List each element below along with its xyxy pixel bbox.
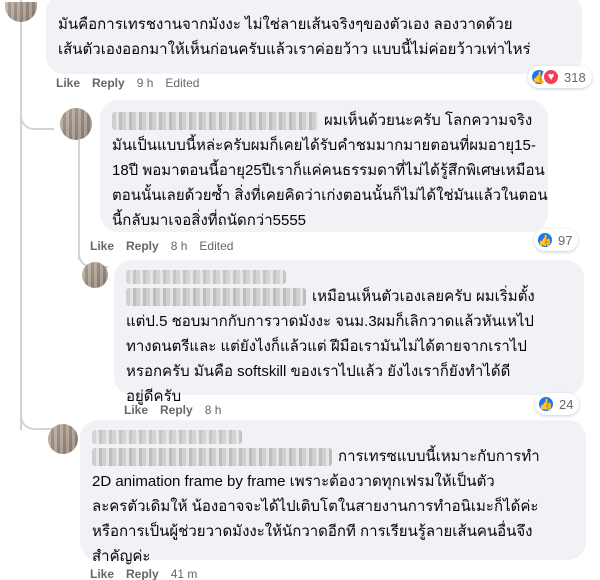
avatar[interactable] (82, 262, 108, 288)
love-icon: ♥ (542, 68, 560, 86)
comment-actions: Like Reply 41 m (90, 567, 197, 580)
like-button[interactable]: Like (56, 76, 80, 90)
reaction-summary[interactable]: 👍 24 (535, 393, 580, 415)
like-button[interactable]: Like (124, 403, 148, 417)
avatar[interactable] (48, 424, 78, 454)
comment-actions: Like Reply 8 h Edited (90, 239, 233, 253)
thread-line (20, 130, 22, 430)
comment-bubble: เหมือนเห็นตัวเองเลยครับ ผมเริ่มตั้ง แต่ป… (114, 260, 584, 405)
comment-actions: Like Reply 9 h Edited (56, 76, 199, 90)
timestamp[interactable]: 8 h (171, 239, 188, 253)
timestamp[interactable]: 8 h (205, 403, 222, 417)
timestamp[interactable]: 41 m (171, 567, 198, 580)
comment-bubble: ผมเห็นด้วยนะครับ โลกความจริง มันเป็นแบบน… (100, 100, 548, 232)
comment-bubble: มันคือการเทรชงานจากมังงะ ไม่ใช่ลายเส้นจร… (46, 0, 582, 74)
author-name-blur (126, 288, 306, 307)
reaction-count: 97 (558, 232, 573, 248)
comment-text: การเทรซแบบนี้เหมาะกับการทำ 2D animation … (92, 430, 574, 569)
like-icon: 👍 (536, 231, 554, 249)
like-button[interactable]: Like (90, 239, 114, 253)
like-icon: 👍 (537, 395, 555, 413)
author-name[interactable] (112, 112, 318, 131)
reply-button[interactable]: Reply (160, 403, 193, 417)
author-name-blur (92, 448, 332, 467)
avatar[interactable] (60, 108, 92, 140)
edited-label[interactable]: Edited (199, 239, 233, 253)
author-name[interactable] (92, 430, 242, 444)
comment-text: ผมเห็นด้วยนะครับ โลกความจริง มันเป็นแบบน… (112, 112, 548, 229)
comment-text: เหมือนเห็นตัวเองเลยครับ ผมเริ่มตั้ง แต่ป… (126, 270, 572, 409)
comment-actions: Like Reply 8 h (124, 403, 221, 417)
edited-label[interactable]: Edited (165, 76, 199, 90)
reaction-count: 318 (564, 69, 586, 85)
thread-connector (20, 100, 54, 130)
avatar[interactable] (5, 2, 37, 22)
comment-bubble: การเทรซแบบนี้เหมาะกับการทำ 2D animation … (80, 420, 586, 565)
reaction-count: 24 (559, 396, 574, 412)
author-name[interactable] (126, 270, 286, 284)
reaction-summary[interactable]: 👍 ♥ 318 (528, 66, 592, 88)
reply-button[interactable]: Reply (92, 76, 125, 90)
like-button[interactable]: Like (90, 567, 114, 580)
reply-button[interactable]: Reply (126, 239, 159, 253)
reply-button[interactable]: Reply (126, 567, 159, 580)
timestamp[interactable]: 9 h (137, 76, 154, 90)
comment-text: มันคือการเทรชงานจากมังงะ ไม่ใช่ลายเส้นจร… (58, 16, 531, 58)
reaction-summary[interactable]: 👍 97 (534, 229, 579, 251)
